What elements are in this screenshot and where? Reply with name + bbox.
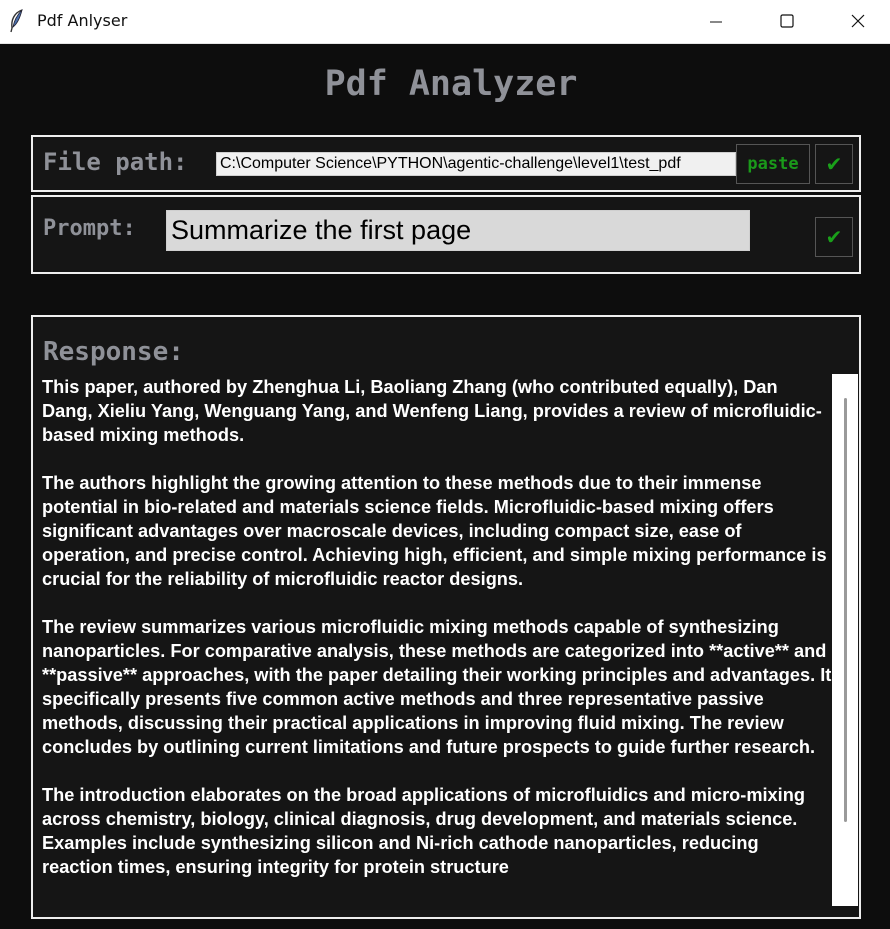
paste-button[interactable]: paste xyxy=(736,144,810,184)
file-path-panel: File path: C:\Computer Science\PYTHON\ag… xyxy=(31,135,861,192)
file-path-label: File path: xyxy=(43,148,188,176)
check-icon: ✔ xyxy=(825,225,843,249)
minimize-icon xyxy=(710,13,722,32)
prompt-input[interactable]: Summarize the first page xyxy=(166,210,750,251)
response-panel: Response: This paper, authored by Zhengh… xyxy=(31,315,861,919)
check-icon: ✔ xyxy=(825,152,843,176)
file-path-confirm-button[interactable]: ✔ xyxy=(815,144,853,184)
window-title: Pdf Anlyser xyxy=(37,11,128,30)
response-paragraph: The introduction elaborates on the broad… xyxy=(42,785,805,877)
scrollbar-thumb[interactable] xyxy=(844,398,847,822)
app-main: Pdf Analyzer File path: C:\Computer Scie… xyxy=(0,44,890,929)
prompt-label: Prompt: xyxy=(43,216,136,241)
file-path-input[interactable]: C:\Computer Science\PYTHON\agentic-chall… xyxy=(216,152,736,176)
maximize-button[interactable] xyxy=(763,0,811,44)
prompt-panel: Prompt: Summarize the first page ✔ xyxy=(31,195,861,274)
app-heading: Pdf Analyzer xyxy=(324,64,578,104)
response-label: Response: xyxy=(43,337,184,367)
window-titlebar: Pdf Anlyser xyxy=(0,0,890,44)
minimize-button[interactable] xyxy=(692,0,740,44)
prompt-confirm-button[interactable]: ✔ xyxy=(815,217,853,257)
response-paragraph: The authors highlight the growing attent… xyxy=(42,473,827,589)
response-text[interactable]: This paper, authored by Zhenghua Li, Bao… xyxy=(42,375,832,905)
close-button[interactable] xyxy=(834,0,882,44)
close-icon xyxy=(851,13,865,32)
feather-icon xyxy=(8,8,26,33)
response-paragraph: This paper, authored by Zhenghua Li, Bao… xyxy=(42,377,822,445)
response-paragraph: The review summarizes various microfluid… xyxy=(42,617,832,757)
response-scrollbar[interactable] xyxy=(832,374,858,906)
maximize-icon xyxy=(780,13,794,32)
